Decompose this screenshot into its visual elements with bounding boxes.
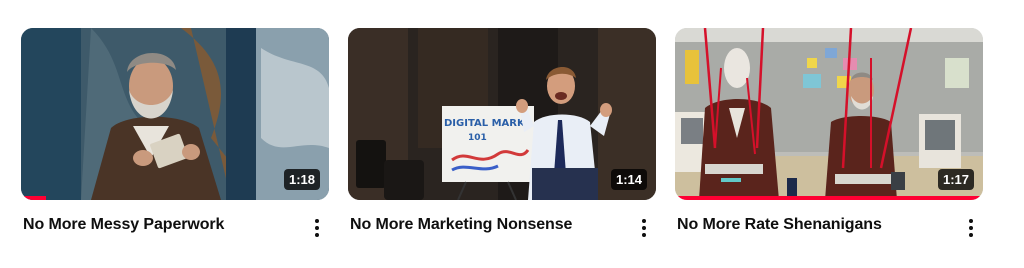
- more-vertical-icon[interactable]: [959, 214, 983, 242]
- video-meta: No More Messy Paperwork: [21, 216, 329, 264]
- video-thumbnail[interactable]: DIGITAL MARK 101 1:14: [348, 28, 656, 200]
- watch-progress-bar: [21, 196, 46, 200]
- more-vertical-icon[interactable]: [632, 214, 656, 242]
- video-card: 1:17 No More Rate Shenanigans: [675, 28, 983, 264]
- video-grid-row: 1:18 No More Messy Paperwork DIGITAL MAR…: [0, 0, 1024, 268]
- whiteboard-text: 101: [468, 133, 487, 143]
- video-meta: No More Rate Shenanigans: [675, 216, 983, 264]
- video-card: 1:18 No More Messy Paperwork: [21, 28, 329, 264]
- duration-badge: 1:17: [937, 169, 974, 190]
- video-title[interactable]: No More Marketing Nonsense: [350, 216, 572, 234]
- thumbnail-image: DIGITAL MARK 101: [348, 28, 656, 200]
- thumbnail-image: [21, 28, 329, 200]
- video-thumbnail[interactable]: 1:18: [21, 28, 329, 200]
- thumbnail-image: [675, 28, 983, 200]
- more-vertical-icon[interactable]: [305, 214, 329, 242]
- video-meta: No More Marketing Nonsense: [348, 216, 656, 264]
- video-thumbnail[interactable]: 1:17: [675, 28, 983, 200]
- video-title[interactable]: No More Rate Shenanigans: [677, 216, 882, 234]
- duration-badge: 1:18: [283, 169, 320, 190]
- video-card: DIGITAL MARK 101 1:14 No More Marketing …: [348, 28, 656, 264]
- duration-badge: 1:14: [610, 169, 647, 190]
- whiteboard-text: DIGITAL MARK: [444, 118, 526, 129]
- watch-progress-bar: [675, 196, 983, 200]
- video-title[interactable]: No More Messy Paperwork: [23, 216, 224, 234]
